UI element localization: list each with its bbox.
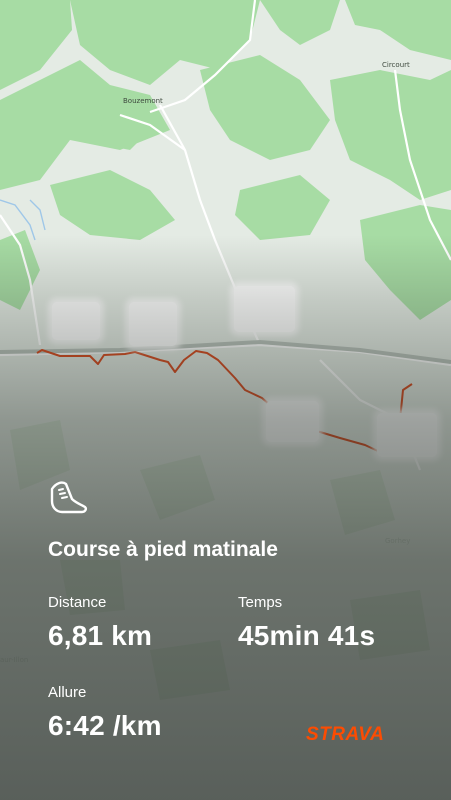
- time-value: 45min 41s: [238, 620, 376, 651]
- strava-logo: STRAVA: [306, 724, 384, 743]
- activity-summary: Course à pied matinale Distance 6,81 km …: [0, 0, 451, 800]
- distance-label: Distance: [48, 594, 107, 611]
- pace-value: 6:42 /km: [48, 710, 162, 741]
- strava-logo-text: STRAVA: [306, 724, 384, 743]
- time-label: Temps: [238, 594, 283, 611]
- activity-title: Course à pied matinale: [48, 538, 278, 561]
- pace-label: Allure: [48, 684, 87, 701]
- distance-value: 6,81 km: [48, 620, 153, 651]
- running-shoe-icon: [50, 481, 87, 514]
